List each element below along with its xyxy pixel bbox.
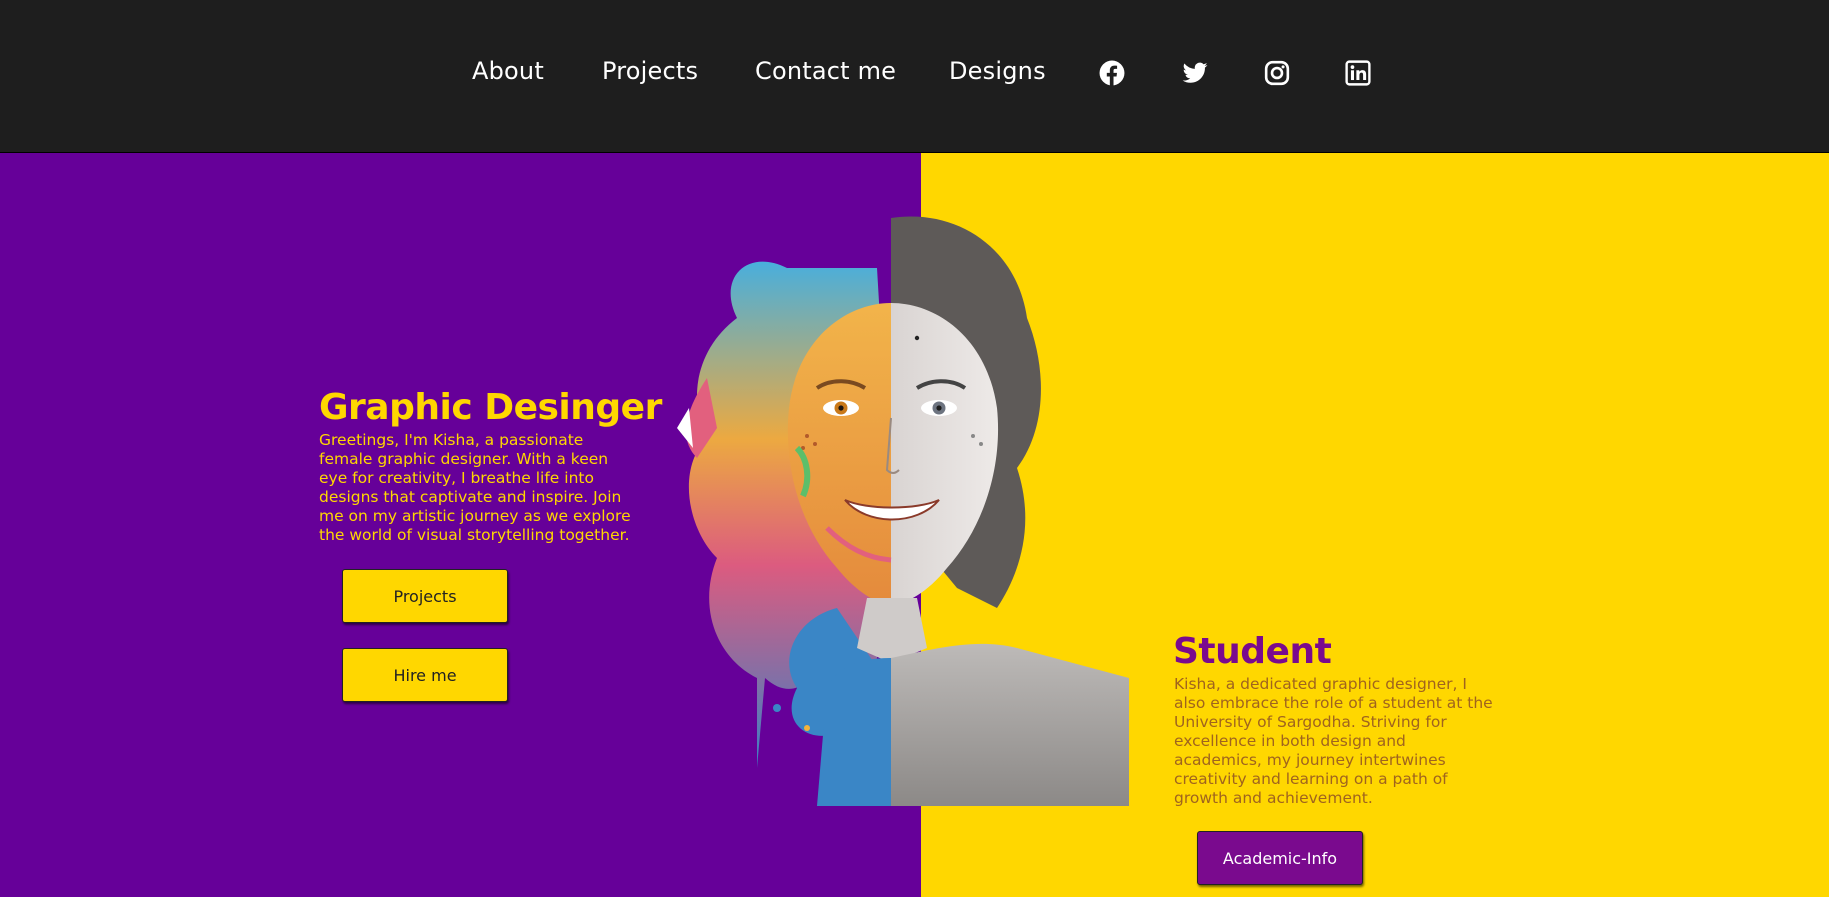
nav-link-contact-me[interactable]: Contact me [755,57,896,85]
designer-description: Greetings, I'm Kisha, a passionate femal… [319,431,631,544]
student-title: Student [1173,631,1332,672]
projects-button[interactable]: Projects [342,569,508,623]
top-navigation: About Projects Contact me Designs [0,0,1829,153]
nav-link-designs[interactable]: Designs [949,57,1046,85]
instagram-icon[interactable] [1264,60,1290,86]
portrait-illustration [677,208,1129,806]
student-description: Kisha, a dedicated graphic designer, I a… [1174,675,1493,807]
nav-link-projects[interactable]: Projects [602,57,698,85]
nav-link-about[interactable]: About [472,57,544,85]
designer-title: Graphic Desinger [319,387,662,428]
linkedin-icon[interactable] [1345,60,1371,86]
academic-info-button[interactable]: Academic-Info [1197,831,1363,885]
twitter-icon[interactable] [1182,60,1208,86]
facebook-icon[interactable] [1099,60,1125,86]
hire-me-button[interactable]: Hire me [342,648,508,702]
